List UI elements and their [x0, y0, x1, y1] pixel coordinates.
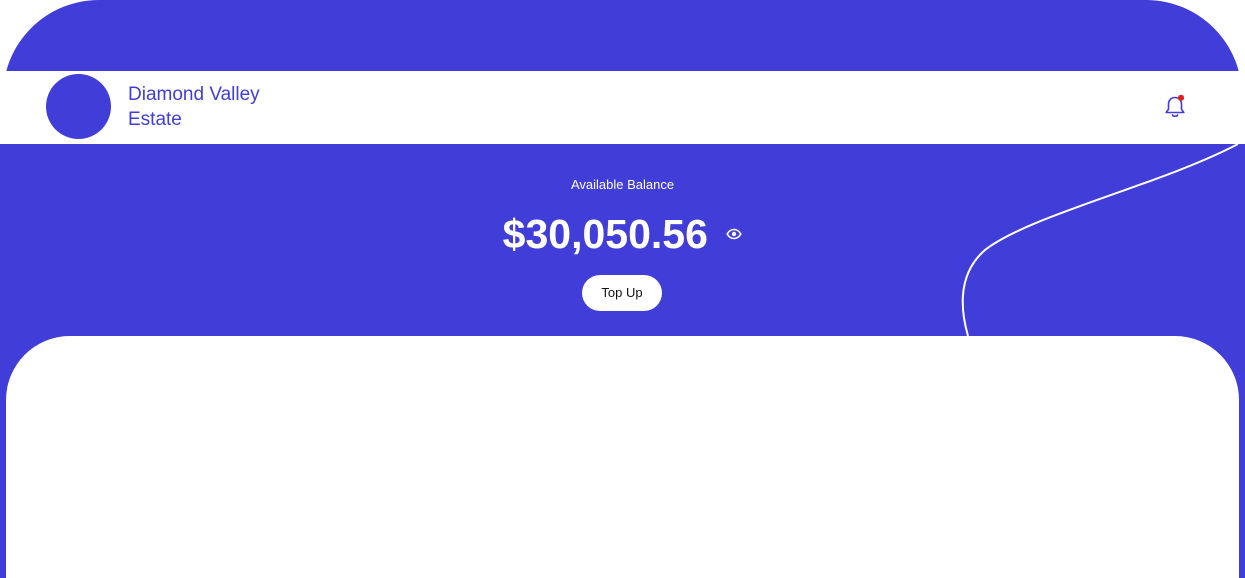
balance-amount: $30,050.56	[502, 211, 708, 257]
eye-icon[interactable]	[726, 228, 742, 240]
bell-icon[interactable]	[1163, 94, 1187, 120]
top-up-button[interactable]: Top Up	[582, 275, 662, 311]
app-page: Diamond Valley Estate Available Balance …	[0, 0, 1245, 578]
estate-name: Diamond Valley Estate	[128, 84, 260, 130]
right-edge	[1239, 336, 1245, 578]
app-header: Diamond Valley Estate	[0, 71, 1245, 144]
content-card	[6, 336, 1239, 578]
notification-dot-icon	[1177, 94, 1185, 101]
estate-avatar[interactable]	[46, 74, 111, 139]
balance-row: $30,050.56	[0, 208, 1245, 260]
available-balance-label: Available Balance	[570, 177, 675, 192]
